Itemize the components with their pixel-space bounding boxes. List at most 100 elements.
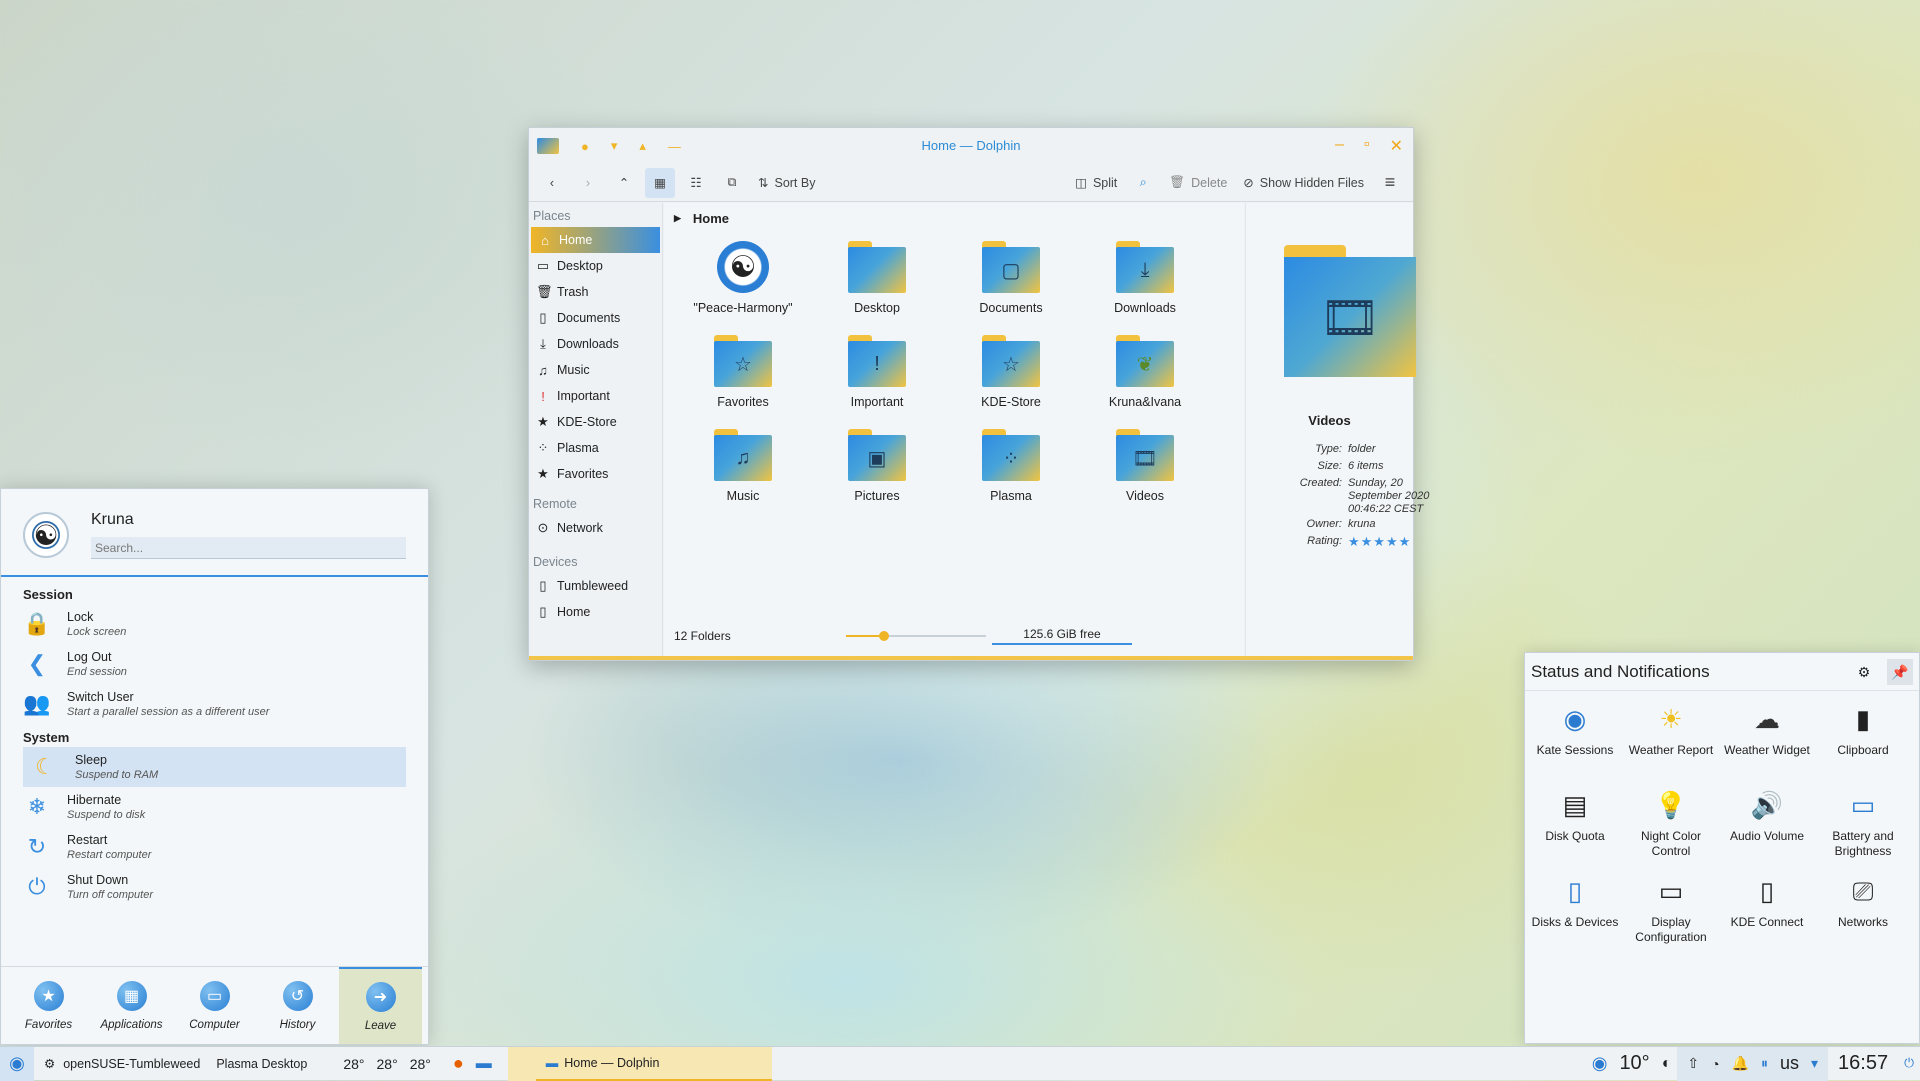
file-label: Videos [1126,489,1164,503]
breadcrumb-home[interactable]: Home [693,211,729,226]
tray-item[interactable]: ▤ Disk Quota [1527,783,1623,869]
digital-clock[interactable]: 16:57 [1828,1052,1898,1075]
place-kde-store[interactable]: ★ KDE-Store [529,409,662,435]
tray-label: Weather Report [1628,743,1714,757]
tray-item[interactable]: ▯ KDE Connect [1719,869,1815,955]
switch-user-item[interactable]: 👥 Switch User Start a parallel session as … [1,684,428,724]
pause-icon[interactable]: ⏸ [1761,1055,1768,1072]
device-home[interactable]: ▯ Home [529,599,662,625]
close-button[interactable]: ✕ [1390,136,1403,156]
tray-item[interactable]: ⎚ Networks [1815,869,1911,955]
up-button[interactable]: ⌃ [609,168,639,198]
zoom-slider[interactable] [846,629,986,643]
weather-tray[interactable]: 10° [1613,1047,1655,1081]
file-item[interactable]: ♫ Music [676,425,810,509]
minimize-button[interactable]: – [1335,136,1344,156]
file-item[interactable]: ! Important [810,331,944,415]
logout-item[interactable]: ❮ Log Out End session [1,644,428,684]
desktop-label-item[interactable]: Plasma Desktop [206,1047,313,1081]
file-item[interactable]: ▢ Documents [944,237,1078,321]
place-documents[interactable]: ▯ Documents [529,305,662,331]
icons-view-button[interactable]: ▦ [645,167,675,198]
tray-item[interactable]: ▭ Display Configuration [1623,869,1719,955]
opensuse-tray-icon[interactable]: ◉ [1586,1047,1614,1081]
tray-item[interactable]: ▮ Clipboard [1815,697,1911,783]
hibernate-item[interactable]: ❄ Hibernate Suspend to disk [1,787,428,827]
search-button[interactable]: ⌕ [1128,168,1158,198]
file-item[interactable]: ☯ "Peace-Harmony" [676,237,810,321]
file-item[interactable]: ☆ KDE-Store [944,331,1078,415]
task-dolphin[interactable]: ▬ Home — Dolphin [535,1046,772,1081]
file-item[interactable]: ❦ Kruna&Ivana [1078,331,1212,415]
file-item[interactable]: ▣ Pictures [810,425,944,509]
file-item[interactable]: ⁘ Plasma [944,425,1078,509]
place-trash[interactable]: 🗑 Trash [529,279,662,305]
tray-item[interactable]: ☀ Weather Report [1623,697,1719,783]
rating-stars[interactable]: ★★★★★ [1348,533,1438,550]
notifications-bell-icon[interactable]: 🔔 [1732,1055,1749,1072]
tray-item[interactable]: ▭ Battery and Brightness [1815,783,1911,869]
tray-item[interactable]: ◉ Kate Sessions [1527,697,1623,783]
updates-icon[interactable]: ⇧ [1687,1055,1699,1072]
dolphin-launcher[interactable]: ▬ [470,1047,498,1081]
forward-button[interactable]: › [573,168,603,198]
title-bar[interactable]: ● ▾ ▴ — Home — Dolphin – ▫ ✕ [529,128,1413,164]
avatar[interactable]: ☯ [23,512,69,558]
delete-button[interactable]: 🗑 Delete [1164,168,1232,198]
place-favorites[interactable]: ★ Favorites [529,461,662,487]
tray-item[interactable]: ▯ Disks & Devices [1527,869,1623,955]
tray-expander[interactable]: ⇧ ◔ 🔔 ⏸ us ▾ [1677,1046,1829,1081]
tab-favorites[interactable]: ★ Favorites [7,967,90,1044]
zoom-slider-handle[interactable] [878,631,889,641]
tray-item[interactable]: ☁ Weather Widget [1719,697,1815,783]
show-hidden-button[interactable]: ⊘ Show Hidden Files [1238,168,1369,198]
launcher-button[interactable]: ◉ [0,1046,34,1081]
breadcrumb[interactable]: ▶ Home [664,203,1244,233]
restart-item[interactable]: ↻ Restart Restart computer [1,827,428,867]
yin-yang-icon: ☯ [717,241,769,293]
place-plasma[interactable]: ⁘ Plasma [529,435,662,461]
clock-widget-icon[interactable]: ◔ [1711,1056,1719,1072]
tray-title: Status and Notifications [1531,661,1710,681]
tab-applications[interactable]: ▦ Applications [90,967,173,1044]
place-desktop[interactable]: ▭ Desktop [529,253,662,279]
os-label-item[interactable]: ⚙ openSUSE-Tumbleweed [34,1047,206,1081]
tray-arrow-down-icon[interactable]: ▾ [1811,1055,1818,1072]
file-item[interactable]: ⤓ Downloads [1078,237,1212,321]
shutdown-item[interactable]: ⏻ Shut Down Turn off computer [1,867,428,907]
launcher-header: ☯ Kruna Search... [1,489,428,577]
file-item[interactable]: ☆ Favorites [676,331,810,415]
device-tumbleweed[interactable]: ▯ Tumbleweed [529,573,662,599]
search-input[interactable]: Search... [91,537,406,559]
sort-by-button[interactable]: ⇅ Sort By [753,168,820,198]
place-music[interactable]: ♫ Music [529,357,662,383]
pager-desktop-1[interactable] [507,1046,536,1081]
tab-history[interactable]: ↺ History [256,967,339,1044]
file-item[interactable]: 🎞 Videos [1078,425,1212,509]
back-button[interactable]: ‹ [537,168,567,198]
tray-item[interactable]: 🔊 Audio Volume [1719,783,1815,869]
tray-item[interactable]: 💡 Night Color Control [1623,783,1719,869]
places-heading: Places [533,209,571,223]
tab-leave[interactable]: ➜ Leave [339,967,422,1044]
lock-item[interactable]: 🔒 Lock Lock screen [1,604,428,644]
keyboard-layout[interactable]: us [1780,1053,1799,1074]
power-status-icon[interactable]: ⏻ [1898,1047,1920,1081]
night-color-icon[interactable]: ◐ [1656,1047,1678,1081]
sleep-item[interactable]: ☾ Sleep Suspend to RAM [23,747,406,787]
configure-icon[interactable]: ⚙ [1851,659,1877,685]
pin-icon[interactable]: 📌 [1887,659,1913,685]
details-view-button[interactable]: ⧉ [717,168,747,198]
compact-view-button[interactable]: ☷ [681,168,711,198]
file-item[interactable]: Desktop [810,237,944,321]
place-important[interactable]: ! Important [529,383,662,409]
place-home[interactable]: ⌂ Home [531,227,660,253]
firefox-launcher[interactable]: ● [437,1047,470,1081]
place-network[interactable]: ⊙ Network [529,515,662,541]
temperature-widget[interactable]: 28° 28° 28° [313,1047,437,1081]
tab-computer[interactable]: ▭ Computer [173,967,256,1044]
maximize-button[interactable]: ▫ [1364,136,1370,156]
split-button[interactable]: ◫ Split [1070,168,1122,198]
hamburger-menu-button[interactable]: ≡ [1375,168,1405,198]
place-downloads[interactable]: ⤓ Downloads [529,331,662,357]
